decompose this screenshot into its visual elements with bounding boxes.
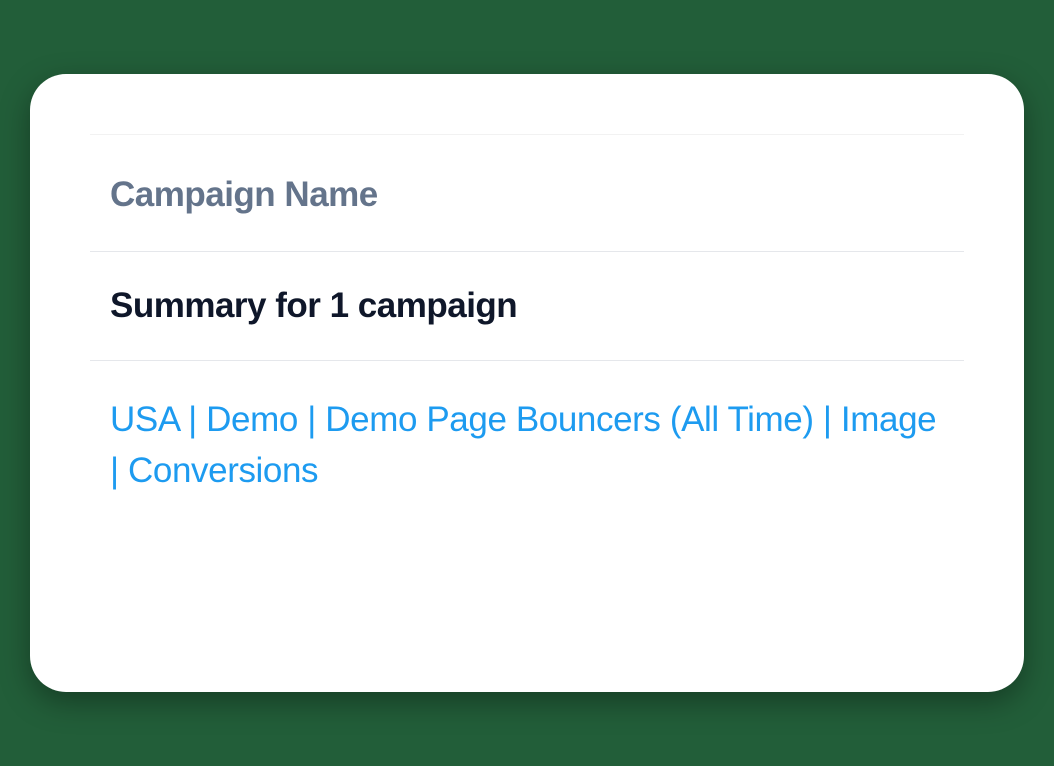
- campaign-row: USA | Demo | Demo Page Bouncers (All Tim…: [90, 361, 964, 497]
- campaign-link[interactable]: USA | Demo | Demo Page Bouncers (All Tim…: [110, 400, 936, 490]
- campaign-card: Campaign Name Summary for 1 campaign USA…: [30, 74, 1024, 692]
- summary-text: Summary for 1 campaign: [110, 286, 964, 326]
- table-header: Campaign Name: [90, 134, 964, 252]
- column-header-campaign-name: Campaign Name: [110, 175, 964, 215]
- summary-row: Summary for 1 campaign: [90, 252, 964, 361]
